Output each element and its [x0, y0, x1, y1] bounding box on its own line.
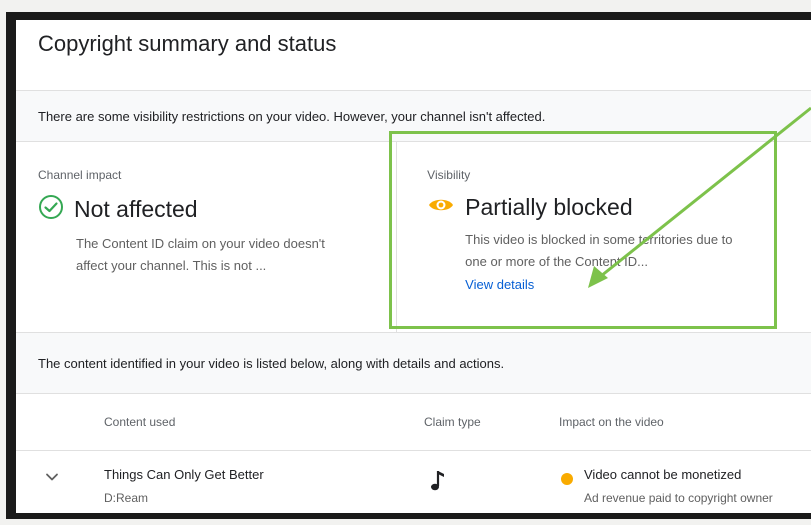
title-bar: Copyright summary and status — [16, 20, 811, 91]
impact-detail: Ad revenue paid to copyright owner — [584, 491, 773, 505]
music-note-icon — [430, 469, 446, 498]
channel-impact-status-row: Not affected — [38, 194, 396, 225]
channel-impact-label: Channel impact — [38, 168, 122, 182]
check-circle-icon — [38, 194, 64, 225]
channel-impact-description: The Content ID claim on your video doesn… — [76, 236, 325, 273]
channel-impact-status: Not affected — [74, 196, 198, 222]
status-cards: Channel impact Not affected The Content … — [16, 142, 811, 333]
content-note-text: The content identified in your video is … — [38, 355, 505, 371]
impact-text: Video cannot be monetized — [584, 467, 742, 482]
content-note: The content identified in your video is … — [16, 333, 811, 394]
chevron-down-icon[interactable] — [44, 469, 60, 490]
channel-impact-card: Channel impact Not affected The Content … — [16, 142, 396, 332]
notice-text: There are some visibility restrictions o… — [38, 108, 546, 124]
song-title: Things Can Only Get Better — [104, 467, 264, 482]
header-impact: Impact on the video — [559, 415, 664, 429]
song-artist: D:Ream — [104, 491, 149, 505]
header-claim-type: Claim type — [424, 415, 481, 429]
eye-icon — [427, 195, 455, 220]
impact-status-dot — [561, 473, 573, 485]
visibility-label: Visibility — [427, 168, 471, 182]
view-details-link[interactable]: View details — [465, 277, 811, 292]
visibility-status-row: Partially blocked — [427, 194, 811, 221]
visibility-description: This video is blocked in some territorie… — [465, 232, 733, 269]
visibility-notice: There are some visibility restrictions o… — [16, 91, 811, 142]
table-header: Content used Claim type Impact on the vi… — [16, 394, 811, 451]
copyright-panel: Copyright summary and status There are s… — [16, 20, 811, 513]
visibility-card: Visibility Partially blocked This video … — [396, 142, 811, 332]
header-content-used: Content used — [104, 415, 176, 429]
page-title: Copyright summary and status — [38, 31, 337, 56]
visibility-status: Partially blocked — [465, 194, 633, 220]
table-row[interactable]: Things Can Only Get Better D:Ream Video … — [16, 451, 811, 513]
screenshot-frame: Copyright summary and status There are s… — [6, 12, 811, 519]
